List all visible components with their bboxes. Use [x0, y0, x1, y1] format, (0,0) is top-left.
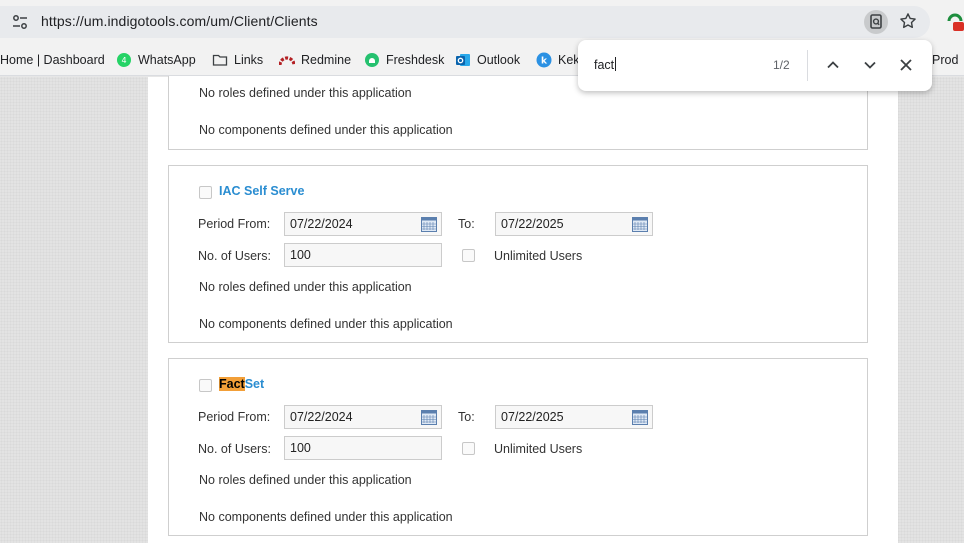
find-match-count: 1/2 [773, 58, 790, 72]
extension-icon[interactable] [946, 12, 964, 32]
application-checkbox[interactable] [199, 379, 212, 392]
components-note: No components defined under this applica… [199, 123, 453, 137]
find-match-highlight: Fact [219, 377, 245, 391]
users-label: No. of Users: [198, 249, 271, 263]
bookmark-home-dashboard[interactable]: Home | Dashboard [0, 51, 105, 69]
svg-text:4: 4 [121, 56, 126, 65]
application-title[interactable]: IAC Self Serve [219, 184, 304, 198]
bookmark-label: Prod [932, 53, 959, 67]
application-checkbox[interactable] [199, 186, 212, 199]
unlimited-users-checkbox[interactable] [462, 442, 475, 455]
find-query: fact [594, 58, 615, 72]
calendar-icon[interactable] [421, 409, 437, 425]
bookmark-label: Kek [558, 53, 580, 67]
period-from-value: 07/22/2024 [290, 217, 353, 231]
bookmark-redmine[interactable]: Redmine [279, 51, 351, 69]
find-bar: fact 1/2 [578, 40, 932, 91]
title-rest: Set [244, 377, 265, 391]
period-to-field[interactable]: 07/22/2025 [495, 212, 653, 236]
browser-toolbar: https://um.indigotools.com/um/Client/Cli… [0, 0, 964, 44]
divider [807, 50, 808, 81]
components-note: No components defined under this applica… [199, 317, 453, 331]
period-from-value: 07/22/2024 [290, 410, 353, 424]
users-field[interactable]: 100 [284, 243, 442, 267]
whatsapp-icon: 4 [117, 53, 131, 67]
url-text[interactable]: https://um.indigotools.com/um/Client/Cli… [41, 13, 318, 29]
bookmark-star-icon[interactable] [898, 11, 918, 31]
roles-note: No roles defined under this application [199, 473, 412, 487]
calendar-icon[interactable] [421, 216, 437, 232]
folder-icon [212, 54, 228, 66]
svg-text:k: k [541, 57, 548, 67]
period-from-field[interactable]: 07/22/2024 [284, 405, 442, 429]
unlimited-users-checkbox[interactable] [462, 249, 475, 262]
lens-icon[interactable] [864, 10, 888, 34]
bookmark-label: Freshdesk [386, 53, 445, 67]
bookmark-label: WhatsApp [138, 53, 196, 67]
bookmark-prod[interactable]: Prod [932, 51, 958, 69]
find-input[interactable]: fact [594, 57, 617, 72]
site-settings-icon[interactable] [12, 15, 28, 29]
bookmark-kek[interactable]: k Kek [536, 51, 580, 69]
bookmark-label: Redmine [301, 53, 352, 67]
period-from-label: Period From: [198, 410, 271, 424]
period-to-value: 07/22/2025 [501, 217, 564, 231]
kek-icon: k [536, 52, 552, 68]
bookmark-label: Links [234, 53, 264, 67]
users-label: No. of Users: [198, 442, 271, 456]
calendar-icon[interactable] [632, 409, 648, 425]
text-caret [615, 57, 617, 71]
bookmark-freshdesk[interactable]: Freshdesk [364, 51, 444, 69]
users-value: 100 [290, 248, 311, 262]
period-from-label: Period From: [198, 217, 271, 231]
roles-note: No roles defined under this application [199, 86, 412, 100]
period-to-field[interactable]: 07/22/2025 [495, 405, 653, 429]
bookmark-label: Outlook [477, 53, 521, 67]
redmine-icon [279, 56, 295, 66]
period-to-value: 07/22/2025 [501, 410, 564, 424]
bookmark-links[interactable]: Links [212, 51, 263, 69]
users-field[interactable]: 100 [284, 436, 442, 460]
bookmark-whatsapp[interactable]: 4 WhatsApp [116, 51, 196, 69]
close-icon[interactable] [895, 54, 917, 76]
application-panel: FactSet Period From: 07/22/2024 To: 07/2… [168, 358, 868, 536]
bookmark-label: Home | Dashboard [0, 53, 105, 67]
bookmark-outlook[interactable]: Outlook [455, 51, 520, 69]
application-panel: IAC Self Serve Period From: 07/22/2024 T… [168, 165, 868, 343]
address-bar[interactable]: https://um.indigotools.com/um/Client/Cli… [0, 6, 930, 38]
application-title[interactable]: FactSet [219, 377, 264, 391]
components-note: No components defined under this applica… [199, 510, 453, 524]
previous-match-button[interactable] [822, 54, 844, 76]
to-label: To: [458, 410, 475, 424]
outlook-icon [456, 54, 470, 66]
to-label: To: [458, 217, 475, 231]
period-from-field[interactable]: 07/22/2024 [284, 212, 442, 236]
roles-note: No roles defined under this application [199, 280, 412, 294]
unlimited-users-label: Unlimited Users [494, 249, 583, 263]
calendar-icon[interactable] [632, 216, 648, 232]
freshdesk-icon [365, 53, 379, 67]
unlimited-users-label: Unlimited Users [494, 442, 583, 456]
next-match-button[interactable] [859, 54, 881, 76]
users-value: 100 [290, 441, 311, 455]
